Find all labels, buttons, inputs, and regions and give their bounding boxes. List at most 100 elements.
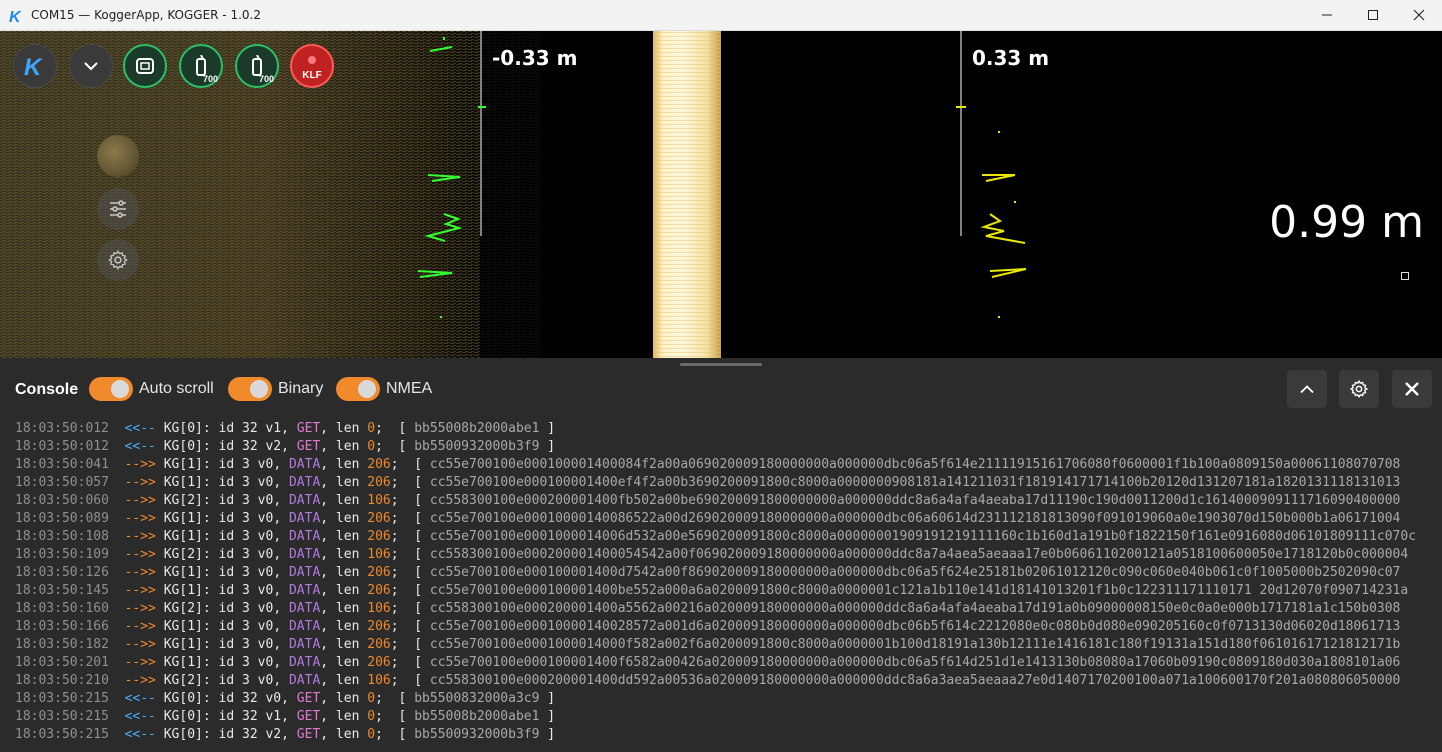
log-line: 18:03:50:012 <<-- KG[0]: id 32 v2, GET, … [15, 438, 555, 456]
screenshot-button[interactable] [123, 44, 167, 88]
log-sep: : [202, 637, 219, 652]
log-sep: : [202, 439, 219, 454]
log-length: 206 [367, 637, 391, 652]
filters-button[interactable] [97, 188, 139, 230]
log-sep: : [202, 547, 219, 562]
log-direction: -->> [124, 511, 156, 526]
log-direction: <<-- [124, 691, 156, 706]
split-divider[interactable] [0, 358, 1442, 370]
log-sep: , [281, 439, 297, 454]
maximize-icon [1368, 10, 1378, 20]
log-sep: , len [320, 547, 368, 562]
log-sep: , len [320, 619, 368, 634]
log-sep: ; [ [390, 529, 430, 544]
console-close-button[interactable] [1392, 370, 1432, 408]
log-id: id 3 v0 [218, 547, 274, 562]
gear-icon [108, 250, 128, 270]
log-method: DATA [288, 655, 321, 670]
log-device: KG[0] [163, 727, 203, 742]
log-timestamp: 18:03:50:160 [15, 601, 109, 616]
log-id: id 3 v0 [218, 673, 274, 688]
log-sep: , len [320, 475, 368, 490]
log-timestamp: 18:03:50:126 [15, 565, 109, 580]
console-log[interactable]: 18:03:50:012 <<-- KG[0]: id 32 v1, GET, … [0, 410, 1442, 752]
kogger-menu-button[interactable]: K [13, 44, 57, 88]
gear-icon [1349, 379, 1369, 399]
right-depth-label: 0.33 m [972, 46, 1050, 70]
log-id: id 3 v0 [218, 511, 274, 526]
log-payload: cc558300100e000200001400fb502a00be690200… [429, 493, 1401, 508]
maximize-button[interactable] [1350, 0, 1396, 31]
log-length: 106 [367, 547, 391, 562]
log-sep: , len [320, 601, 368, 616]
log-payload: bb5500932000b3f9 [414, 727, 540, 742]
log-sep: ; [ [375, 439, 415, 454]
log-device: KG[0] [163, 421, 203, 436]
log-line: 18:03:50:215 <<-- KG[0]: id 32 v0, GET, … [15, 690, 555, 708]
log-sep: , len [320, 511, 368, 526]
log-sep: : [202, 619, 219, 634]
record-klf-button[interactable]: KLF [290, 44, 334, 88]
log-id: id 3 v0 [218, 475, 274, 490]
sensor-2-button[interactable]: 700 [235, 44, 279, 88]
log-method: DATA [288, 637, 321, 652]
log-sep: ; [ [390, 655, 430, 670]
close-window-button[interactable] [1396, 0, 1442, 31]
log-length: 206 [367, 511, 391, 526]
record-dot-icon [308, 56, 316, 64]
log-id: id 3 v0 [218, 601, 274, 616]
log-line: 18:03:50:108 -->> KG[1]: id 3 v0, DATA, … [15, 528, 1416, 546]
expand-menu-button[interactable] [69, 44, 113, 88]
log-sep: , [273, 673, 289, 688]
divider-grip[interactable] [680, 363, 762, 366]
log-length: 206 [367, 475, 391, 490]
kogger-logo-icon: K [24, 54, 43, 78]
echogram-view[interactable]: -0.33 m 0.33 m 0.99 m K 700 700 KLF [0, 31, 1442, 358]
close-icon [1413, 9, 1425, 21]
log-method: DATA [288, 619, 321, 634]
log-device: KG[2] [163, 547, 203, 562]
log-direction: -->> [124, 655, 156, 670]
nmea-label: NMEA [386, 380, 433, 397]
log-method: GET [296, 727, 321, 742]
log-sep: , [273, 637, 289, 652]
log-payload: cc55e700100e000100001400ef4f2a00b3690200… [429, 475, 1401, 490]
palette-button[interactable] [97, 135, 139, 177]
log-method: GET [296, 709, 321, 724]
log-id: id 32 v2 [218, 727, 282, 742]
log-id: id 3 v0 [218, 637, 274, 652]
log-sep: , len [320, 673, 368, 688]
log-sep: ; [ [390, 511, 430, 526]
log-length: 206 [367, 655, 391, 670]
log-method: DATA [288, 511, 321, 526]
console-settings-button[interactable] [1339, 370, 1379, 408]
log-sep: ; [ [375, 691, 415, 706]
log-sep: , [273, 601, 289, 616]
chevron-down-icon [84, 62, 98, 71]
log-sep: , len [320, 691, 368, 706]
sensor-1-button[interactable]: 700 [179, 44, 223, 88]
log-timestamp: 18:03:50:215 [15, 709, 109, 724]
resize-handle[interactable] [1401, 272, 1409, 280]
log-id: id 32 v1 [218, 421, 282, 436]
log-direction: -->> [124, 529, 156, 544]
title-bar: K COM15 — KoggerApp, KOGGER - 1.0.2 [0, 0, 1442, 31]
log-direction: -->> [124, 565, 156, 580]
log-timestamp: 18:03:50:089 [15, 511, 109, 526]
log-sep: : [202, 601, 219, 616]
log-sep: , len [320, 439, 368, 454]
log-direction: <<-- [124, 421, 156, 436]
log-device: KG[0] [163, 439, 203, 454]
log-timestamp: 18:03:50:215 [15, 691, 109, 706]
log-device: KG[1] [163, 637, 203, 652]
minimize-button[interactable] [1304, 0, 1350, 31]
log-timestamp: 18:03:50:109 [15, 547, 109, 562]
log-sep: , len [320, 493, 368, 508]
echogram-settings-button[interactable] [97, 239, 139, 281]
console-collapse-button[interactable] [1287, 370, 1327, 408]
log-method: GET [296, 421, 321, 436]
record-label: KLF [302, 70, 322, 81]
log-id: id 3 v0 [218, 493, 274, 508]
log-sep: ] [539, 421, 556, 436]
sensor-1-frequency: 700 [202, 74, 218, 84]
